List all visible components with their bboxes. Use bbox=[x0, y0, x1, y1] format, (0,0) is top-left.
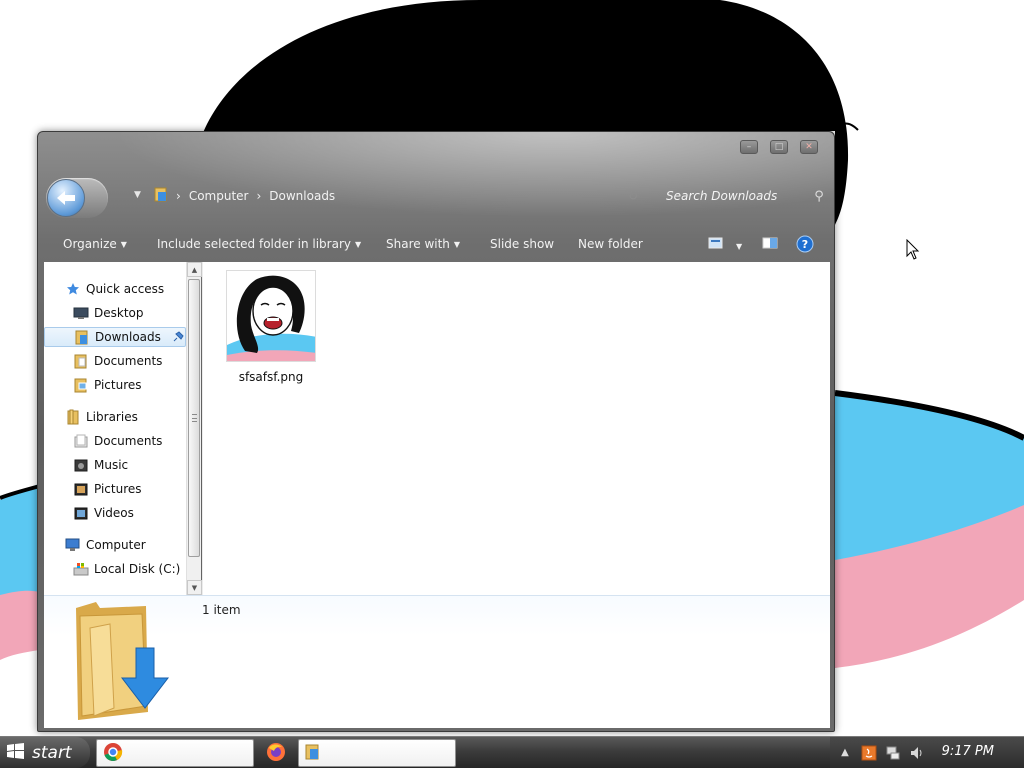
close-icon[interactable]: ✕ bbox=[800, 140, 818, 154]
back-arrow-icon[interactable] bbox=[47, 179, 85, 217]
scroll-down-icon[interactable]: ▼ bbox=[187, 580, 202, 595]
slide-show-button[interactable]: Slide show bbox=[490, 237, 554, 251]
documents-folder-icon bbox=[72, 353, 90, 369]
slideshow-label: Slide show bbox=[490, 237, 555, 251]
organize-label: Organize bbox=[63, 237, 117, 251]
new-folder-label: New folder bbox=[578, 237, 643, 251]
breadcrumb-downloads[interactable]: Downloads bbox=[269, 189, 335, 203]
search-input[interactable]: ↻ Search Downloads ⚲ bbox=[616, 184, 830, 208]
navigation-pane: Quick access Desktop Downloads Documents bbox=[44, 262, 213, 595]
file-name: sfsafsf.png bbox=[238, 370, 304, 384]
help-icon[interactable]: ? bbox=[796, 235, 814, 256]
chevron-down-icon: ▼ bbox=[453, 240, 461, 249]
network-icon[interactable] bbox=[884, 744, 902, 762]
downloads-folder-icon bbox=[73, 329, 91, 345]
png-thumbnail-icon bbox=[226, 270, 316, 362]
folder-location-icon[interactable] bbox=[154, 186, 168, 205]
start-label: start bbox=[32, 742, 72, 763]
file-item[interactable]: sfsafsf.png bbox=[225, 270, 317, 384]
computer-icon bbox=[64, 537, 82, 553]
java-update-icon[interactable] bbox=[860, 744, 878, 762]
nav-downloads-label: Downloads bbox=[95, 330, 161, 344]
view-options-dropdown-icon[interactable]: ▼ bbox=[732, 239, 742, 253]
desktop-icon bbox=[72, 305, 90, 321]
taskbar-explorer-button[interactable] bbox=[298, 739, 456, 767]
file-list-pane: sfsafsf.png bbox=[202, 262, 830, 595]
nav-computer-label: Computer bbox=[86, 538, 146, 552]
navigation-scrollbar[interactable]: ▲ ▼ bbox=[186, 262, 202, 595]
scroll-up-icon[interactable]: ▲ bbox=[187, 262, 202, 277]
local-disk-icon bbox=[72, 561, 90, 577]
svg-text:?: ? bbox=[802, 238, 808, 251]
taskbar-chrome-button[interactable] bbox=[96, 739, 254, 767]
minimize-icon[interactable]: – bbox=[740, 140, 758, 154]
chevron-down-icon: ▼ bbox=[120, 240, 127, 249]
nav-quick-access-label: Quick access bbox=[86, 282, 165, 296]
nav-lib-music-label: Music bbox=[94, 458, 129, 472]
windows-logo-icon bbox=[6, 742, 26, 763]
preview-pane-icon[interactable] bbox=[762, 236, 778, 253]
mouse-cursor-icon bbox=[906, 239, 920, 260]
share-label: Share with bbox=[386, 237, 450, 251]
nav-downloads[interactable]: Downloads bbox=[44, 327, 186, 347]
breadcrumb-separator-icon[interactable]: › bbox=[176, 189, 181, 203]
music-icon bbox=[72, 457, 90, 473]
nav-libraries-label: Libraries bbox=[86, 410, 138, 424]
nav-quick-access[interactable]: Quick access bbox=[64, 279, 206, 299]
pictures-folder-icon bbox=[72, 377, 90, 393]
nav-local-disk-label: Local Disk (C:) bbox=[94, 562, 181, 576]
nav-documents-label: Documents bbox=[94, 354, 163, 368]
nav-lib-videos-label: Videos bbox=[94, 506, 134, 520]
chrome-icon bbox=[103, 742, 123, 765]
recent-pages-dropdown-icon[interactable]: ▼ bbox=[134, 190, 141, 200]
include-label: Include selected folder in library bbox=[157, 237, 351, 251]
clock[interactable]: 9:17 PM bbox=[942, 744, 994, 759]
pin-icon[interactable] bbox=[171, 330, 185, 344]
nav-lib-pictures-label: Pictures bbox=[94, 482, 142, 496]
item-count: 1 item bbox=[202, 603, 241, 617]
explorer-window: – □ ✕ ▼ › Computer › Downloads ↻ Search … bbox=[37, 131, 835, 732]
search-placeholder: Search Downloads bbox=[666, 189, 778, 203]
chevron-down-icon: ▼ bbox=[354, 240, 362, 249]
downloads-folder-large-icon bbox=[76, 602, 170, 720]
change-view-icon[interactable] bbox=[708, 236, 724, 253]
details-pane: 1 item bbox=[44, 595, 830, 728]
caption-buttons: – □ ✕ bbox=[740, 140, 818, 154]
breadcrumb-computer[interactable]: Computer bbox=[189, 189, 249, 203]
back-forward-buttons bbox=[46, 178, 108, 218]
system-tray: ▲ 9:17 PM bbox=[830, 737, 1024, 768]
taskbar: start ▲ 9:17 PM bbox=[0, 736, 1024, 768]
scrollbar-thumb[interactable] bbox=[188, 279, 200, 557]
library-pictures-icon bbox=[72, 481, 90, 497]
address-row: ▼ › Computer › Downloads ↻ Search Downlo… bbox=[38, 176, 834, 218]
breadcrumb-separator-icon[interactable]: › bbox=[256, 189, 261, 203]
nav-libraries[interactable]: Libraries bbox=[64, 407, 206, 427]
explorer-icon bbox=[305, 743, 321, 764]
library-documents-icon bbox=[72, 433, 90, 449]
nav-lib-documents-label: Documents bbox=[94, 434, 163, 448]
breadcrumb: › Computer › Downloads bbox=[154, 186, 335, 205]
nav-pictures-label: Pictures bbox=[94, 378, 142, 392]
share-with-button[interactable]: Share with ▼ bbox=[386, 237, 460, 251]
star-icon bbox=[64, 281, 82, 297]
firefox-icon[interactable] bbox=[266, 742, 286, 762]
new-folder-button[interactable]: New folder bbox=[578, 237, 643, 251]
maximize-icon[interactable]: □ bbox=[770, 140, 788, 154]
volume-icon[interactable] bbox=[908, 744, 926, 762]
search-icon[interactable]: ⚲ bbox=[808, 189, 830, 204]
nav-desktop-label: Desktop bbox=[94, 306, 144, 320]
refresh-icon[interactable]: ↻ bbox=[616, 189, 650, 203]
start-button[interactable]: start bbox=[0, 737, 90, 768]
include-in-library-button[interactable]: Include selected folder in library ▼ bbox=[157, 237, 361, 251]
nav-computer[interactable]: Computer bbox=[64, 535, 206, 555]
videos-icon bbox=[72, 505, 90, 521]
organize-button[interactable]: Organize ▼ bbox=[63, 237, 127, 251]
show-hidden-icons-icon[interactable]: ▲ bbox=[836, 744, 854, 762]
libraries-icon bbox=[64, 409, 82, 425]
command-bar: Organize ▼ Include selected folder in lib… bbox=[38, 230, 834, 260]
